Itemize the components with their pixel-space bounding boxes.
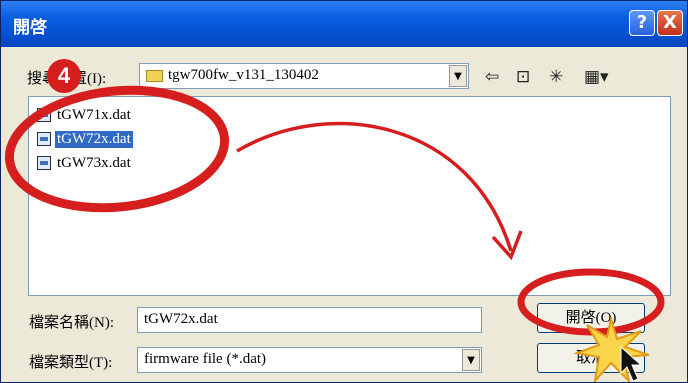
back-icon[interactable]: ⇦ — [485, 67, 499, 87]
help-button[interactable]: ? — [629, 10, 655, 36]
filetype-label: 檔案類型(T): — [29, 355, 113, 371]
file-icon — [37, 132, 51, 146]
cancel-button[interactable]: 取消 — [537, 343, 645, 373]
list-item[interactable]: tGW73x.dat — [37, 153, 133, 173]
window-title: 開啓 — [13, 18, 47, 38]
look-in-value: tgw700fw_v131_130402 — [168, 67, 319, 83]
open-file-dialog: 開啓 ? X 搜尋位置(I): tgw700fw_v131_130402 ▼ ⇦… — [0, 0, 688, 383]
file-icon — [37, 156, 51, 170]
folder-icon — [146, 70, 163, 82]
look-in-select[interactable]: tgw700fw_v131_130402 ▼ — [139, 63, 469, 89]
filename-value: tGW72x.dat — [144, 311, 218, 327]
list-item[interactable]: tGW71x.dat — [37, 105, 133, 125]
title-bar: 開啓 ? X — [1, 1, 687, 47]
open-button[interactable]: 開啓(O) — [537, 303, 645, 333]
file-icon — [37, 108, 51, 122]
filename-label: 檔案名稱(N): — [29, 315, 114, 331]
close-button[interactable]: X — [657, 10, 683, 36]
filename-input[interactable]: tGW72x.dat — [137, 307, 482, 333]
new-folder-icon[interactable]: ✳ — [549, 67, 563, 87]
up-folder-icon[interactable]: ⊡ — [516, 67, 530, 87]
chevron-down-icon[interactable]: ▼ — [449, 65, 467, 87]
list-item[interactable]: tGW72x.dat — [37, 129, 133, 149]
view-menu-icon[interactable]: ▦▾ — [584, 67, 609, 87]
file-name: tGW72x.dat — [55, 130, 133, 148]
filetype-value: firmware file (*.dat) — [144, 351, 267, 367]
file-name: tGW71x.dat — [57, 106, 131, 123]
file-list[interactable]: tGW71x.dat tGW72x.dat tGW73x.dat — [28, 96, 671, 296]
filetype-select[interactable]: firmware file (*.dat) ▼ — [137, 347, 482, 373]
chevron-down-icon[interactable]: ▼ — [462, 349, 480, 371]
file-name: tGW73x.dat — [57, 154, 131, 171]
step-badge: 4 — [47, 59, 81, 93]
